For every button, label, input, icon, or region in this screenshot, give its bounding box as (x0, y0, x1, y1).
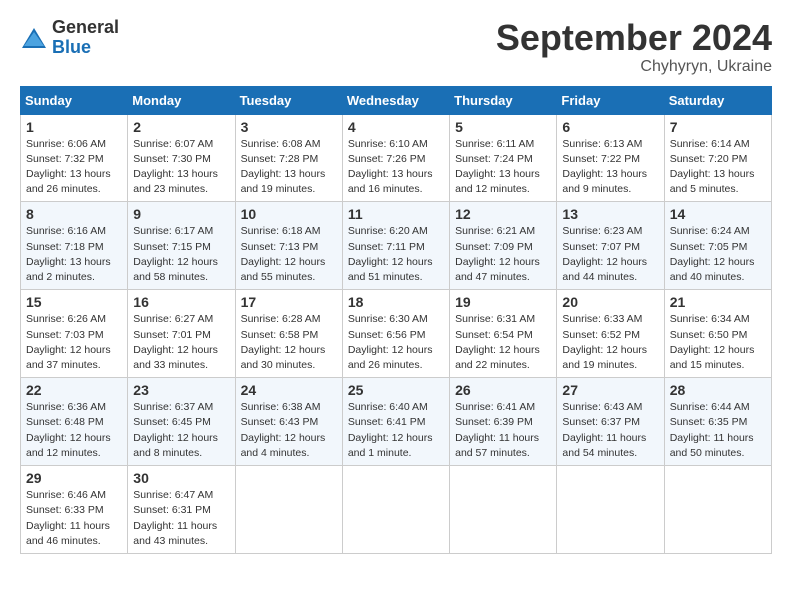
day-7: 7 Sunrise: 6:14 AM Sunset: 7:20 PM Dayli… (664, 114, 771, 202)
day-18: 18 Sunrise: 6:30 AM Sunset: 6:56 PM Dayl… (342, 290, 449, 378)
day-22: 22 Sunrise: 6:36 AM Sunset: 6:48 PM Dayl… (21, 378, 128, 466)
header-wednesday: Wednesday (342, 86, 449, 114)
day-21: 21 Sunrise: 6:34 AM Sunset: 6:50 PM Dayl… (664, 290, 771, 378)
month-title: September 2024 (496, 18, 772, 58)
day-26: 26 Sunrise: 6:41 AM Sunset: 6:39 PM Dayl… (450, 378, 557, 466)
header-tuesday: Tuesday (235, 86, 342, 114)
calendar-table: Sunday Monday Tuesday Wednesday Thursday… (20, 86, 772, 554)
sunset-1: Sunset: 7:32 PM (26, 153, 104, 165)
day-6: 6 Sunrise: 6:13 AM Sunset: 7:22 PM Dayli… (557, 114, 664, 202)
day-4: 4 Sunrise: 6:10 AM Sunset: 7:26 PM Dayli… (342, 114, 449, 202)
header-sunday: Sunday (21, 86, 128, 114)
header-monday: Monday (128, 86, 235, 114)
calendar-week-1: 1 Sunrise: 6:06 AM Sunset: 7:32 PM Dayli… (21, 114, 772, 202)
header-friday: Friday (557, 86, 664, 114)
day-19: 19 Sunrise: 6:31 AM Sunset: 6:54 PM Dayl… (450, 290, 557, 378)
calendar-week-2: 8 Sunrise: 6:16 AM Sunset: 7:18 PM Dayli… (21, 202, 772, 290)
location-title: Chyhyryn, Ukraine (496, 58, 772, 76)
day-3: 3 Sunrise: 6:08 AM Sunset: 7:28 PM Dayli… (235, 114, 342, 202)
day-27: 27 Sunrise: 6:43 AM Sunset: 6:37 PM Dayl… (557, 378, 664, 466)
day-10: 10 Sunrise: 6:18 AM Sunset: 7:13 PM Dayl… (235, 202, 342, 290)
day-17: 17 Sunrise: 6:28 AM Sunset: 6:58 PM Dayl… (235, 290, 342, 378)
daylight-label-1: Daylight: 13 hours and 26 minutes. (26, 168, 111, 195)
day-24: 24 Sunrise: 6:38 AM Sunset: 6:43 PM Dayl… (235, 378, 342, 466)
calendar-week-3: 15 Sunrise: 6:26 AM Sunset: 7:03 PM Dayl… (21, 290, 772, 378)
day-16: 16 Sunrise: 6:27 AM Sunset: 7:01 PM Dayl… (128, 290, 235, 378)
day-25: 25 Sunrise: 6:40 AM Sunset: 6:41 PM Dayl… (342, 378, 449, 466)
day-8: 8 Sunrise: 6:16 AM Sunset: 7:18 PM Dayli… (21, 202, 128, 290)
empty-cell-1 (235, 466, 342, 554)
day-2: 2 Sunrise: 6:07 AM Sunset: 7:30 PM Dayli… (128, 114, 235, 202)
month-title-block: September 2024 Chyhyryn, Ukraine (496, 18, 772, 76)
calendar-week-5: 29 Sunrise: 6:46 AM Sunset: 6:33 PM Dayl… (21, 466, 772, 554)
day-11: 11 Sunrise: 6:20 AM Sunset: 7:11 PM Dayl… (342, 202, 449, 290)
day-28: 28 Sunrise: 6:44 AM Sunset: 6:35 PM Dayl… (664, 378, 771, 466)
day-1: 1 Sunrise: 6:06 AM Sunset: 7:32 PM Dayli… (21, 114, 128, 202)
logo-blue: Blue (52, 38, 119, 58)
calendar-header-row: Sunday Monday Tuesday Wednesday Thursday… (21, 86, 772, 114)
logo-general: General (52, 18, 119, 38)
header-row: General Blue September 2024 Chyhyryn, Uk… (20, 18, 772, 76)
header-saturday: Saturday (664, 86, 771, 114)
sunrise-1: Sunrise: 6:06 AM (26, 138, 106, 150)
empty-cell-3 (450, 466, 557, 554)
logo-text: General Blue (52, 18, 119, 58)
day-9: 9 Sunrise: 6:17 AM Sunset: 7:15 PM Dayli… (128, 202, 235, 290)
day-5: 5 Sunrise: 6:11 AM Sunset: 7:24 PM Dayli… (450, 114, 557, 202)
empty-cell-5 (664, 466, 771, 554)
day-30: 30 Sunrise: 6:47 AM Sunset: 6:31 PM Dayl… (128, 466, 235, 554)
day-14: 14 Sunrise: 6:24 AM Sunset: 7:05 PM Dayl… (664, 202, 771, 290)
logo: General Blue (20, 18, 119, 58)
day-29: 29 Sunrise: 6:46 AM Sunset: 6:33 PM Dayl… (21, 466, 128, 554)
page-container: General Blue September 2024 Chyhyryn, Uk… (0, 0, 792, 564)
calendar-week-4: 22 Sunrise: 6:36 AM Sunset: 6:48 PM Dayl… (21, 378, 772, 466)
day-15: 15 Sunrise: 6:26 AM Sunset: 7:03 PM Dayl… (21, 290, 128, 378)
logo-icon (20, 24, 48, 52)
day-12: 12 Sunrise: 6:21 AM Sunset: 7:09 PM Dayl… (450, 202, 557, 290)
day-20: 20 Sunrise: 6:33 AM Sunset: 6:52 PM Dayl… (557, 290, 664, 378)
day-13: 13 Sunrise: 6:23 AM Sunset: 7:07 PM Dayl… (557, 202, 664, 290)
empty-cell-2 (342, 466, 449, 554)
day-23: 23 Sunrise: 6:37 AM Sunset: 6:45 PM Dayl… (128, 378, 235, 466)
header-thursday: Thursday (450, 86, 557, 114)
empty-cell-4 (557, 466, 664, 554)
